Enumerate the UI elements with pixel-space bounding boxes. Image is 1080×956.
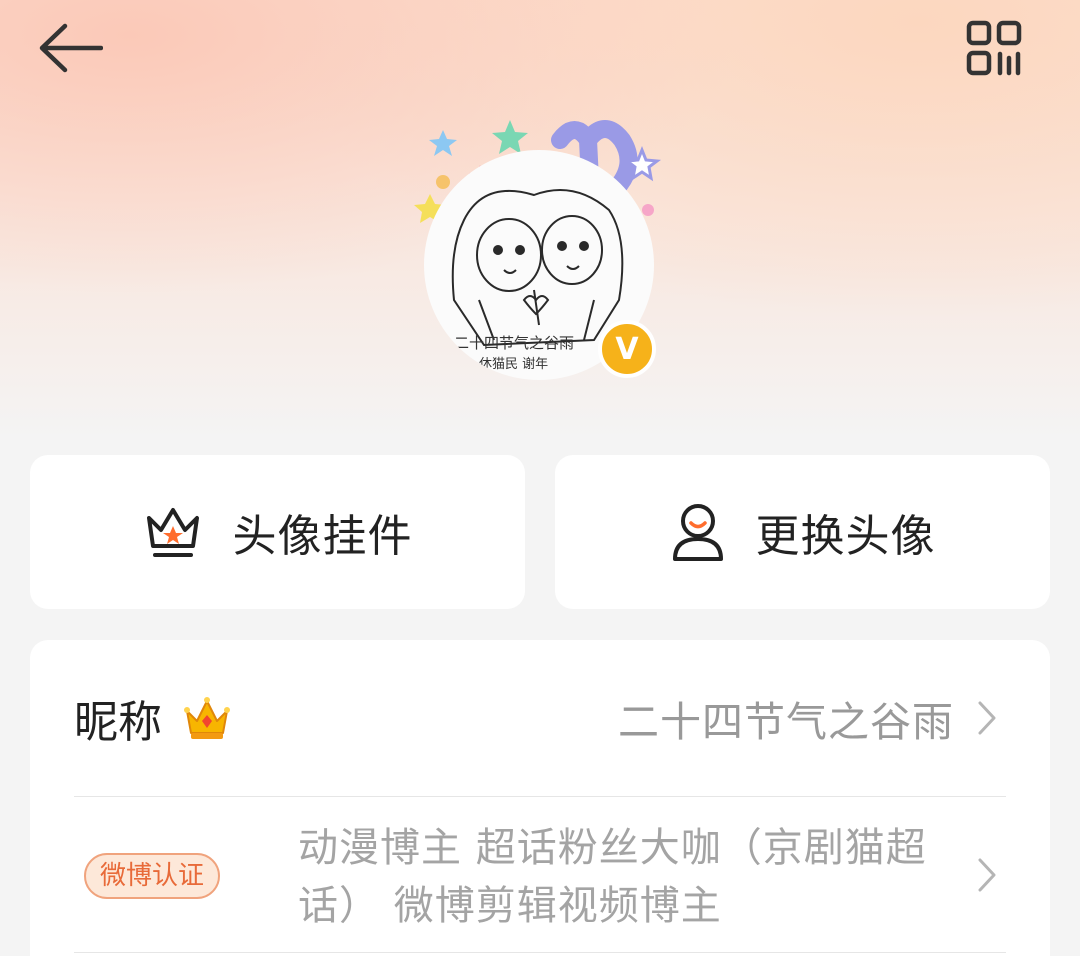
vip-crown-icon — [184, 697, 230, 739]
crown-outline-icon — [146, 508, 199, 557]
qr-code-button[interactable] — [958, 14, 1030, 82]
avatar-pendant-button[interactable]: 头像挂件 — [30, 455, 525, 609]
certification-text: 动漫博主 超话粉丝大咖（京剧猫超话） 微博剪辑视频博主 — [298, 825, 927, 929]
weibo-certification-badge: 微博认证 — [84, 853, 221, 899]
chevron-right-icon — [978, 858, 996, 892]
nickname-row[interactable]: 昵称 二十四节气之谷雨 — [74, 640, 1006, 796]
verified-icon: V — [615, 331, 639, 367]
verified-badge: V — [598, 320, 656, 378]
back-button[interactable] — [30, 18, 110, 78]
avatar-caption-line1: 二十四节气之谷雨 — [454, 334, 574, 352]
avatar-pendant-label: 头像挂件 — [232, 511, 413, 562]
chevron-right-icon — [978, 701, 996, 735]
avatar[interactable]: 二十四节气之谷雨 休猫民 谢年 V — [410, 110, 680, 390]
arrow-left-icon — [39, 23, 103, 73]
person-icon — [672, 504, 723, 561]
nickname-value: 二十四节气之谷雨 — [618, 698, 954, 746]
change-avatar-label: 更换头像 — [755, 511, 936, 562]
certification-row[interactable]: 微博认证 动漫博主 超话粉丝大咖（京剧猫超话） 微博剪辑视频博主 — [74, 797, 1006, 955]
profile-info-panel: 昵称 二十四节气之谷雨 微博认证 动漫博主 超话粉丝大咖（京剧猫超话） 微博剪辑… — [30, 640, 1050, 956]
change-avatar-button[interactable]: 更换头像 — [555, 455, 1050, 609]
nickname-label: 昵称 — [74, 697, 162, 748]
avatar-caption-line2: 休猫民 谢年 — [479, 356, 548, 372]
qr-code-icon — [966, 20, 1022, 76]
row-divider — [74, 952, 1006, 953]
